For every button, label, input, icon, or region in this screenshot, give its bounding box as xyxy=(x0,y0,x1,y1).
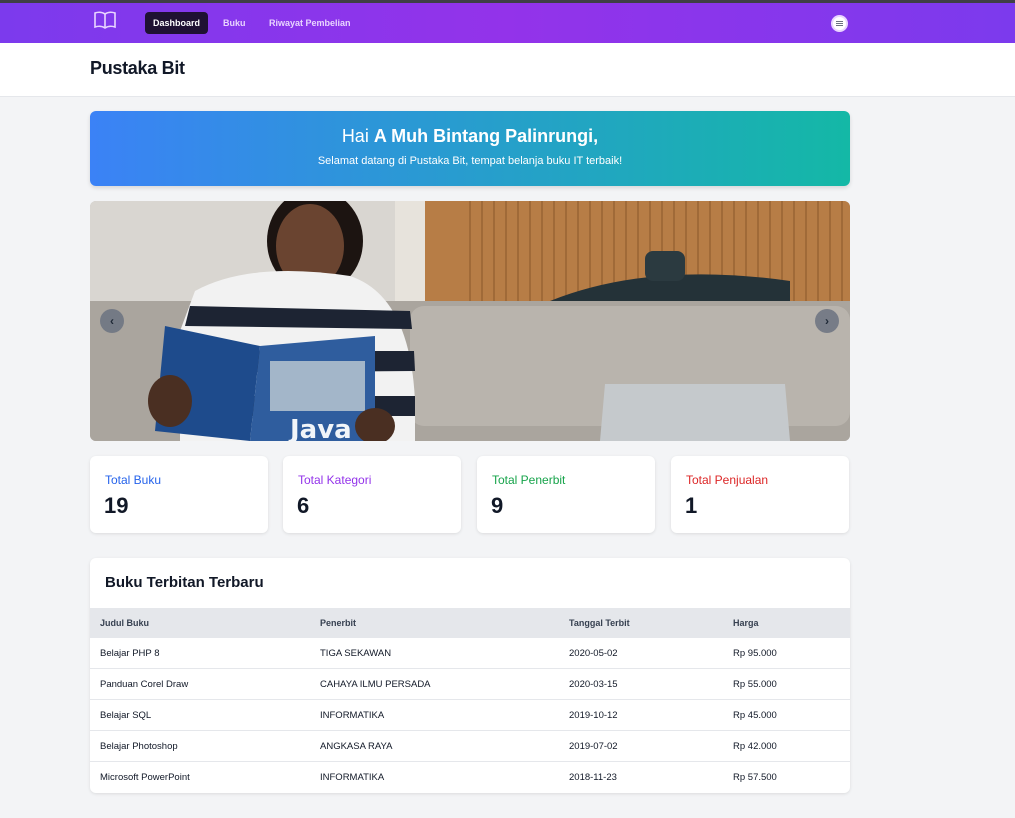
publisher-cell: ANGKASA RAYA xyxy=(320,741,393,752)
column-header: Tanggal Terbit xyxy=(569,618,630,628)
welcome-user-name: A Muh Bintang Palinrungi, xyxy=(373,126,599,146)
table-row: Panduan Corel Draw CAHAYA ILMU PERSADA 2… xyxy=(90,669,850,700)
table-row: Microsoft PowerPoint INFORMATIKA 2018-11… xyxy=(90,762,850,793)
chevron-right-icon: › xyxy=(825,314,829,328)
publish-date-cell: 2019-10-12 xyxy=(569,710,618,721)
welcome-greeting: Hai xyxy=(341,126,369,146)
price-cell: Rp 42.000 xyxy=(733,741,777,752)
stat-value: 19 xyxy=(104,493,129,518)
book-title-cell: Panduan Corel Draw xyxy=(100,679,189,690)
book-title-cell: Belajar PHP 8 xyxy=(100,648,160,659)
table-row: Belajar SQL INFORMATIKA 2019-10-12 Rp 45… xyxy=(90,700,850,731)
stat-label: Total Penjualan xyxy=(686,473,769,487)
page-title: Pustaka Bit xyxy=(90,58,185,78)
stat-label: Total Penerbit xyxy=(492,473,566,487)
stat-value: 9 xyxy=(491,493,504,518)
stat-card-total-penerbit: Total Penerbit 9 xyxy=(477,456,655,533)
stat-card-total-penjualan: Total Penjualan 1 xyxy=(671,456,849,533)
nav-dashboard[interactable]: Dashboard xyxy=(145,12,209,34)
carousel-prev-button[interactable]: ‹ xyxy=(100,309,124,333)
book-title-cell: Belajar SQL xyxy=(100,710,152,721)
chevron-left-icon: ‹ xyxy=(110,314,114,328)
table-title: Buku Terbitan Terbaru xyxy=(105,574,264,591)
carousel-next-button[interactable]: › xyxy=(815,309,839,333)
profile-menu-icon[interactable] xyxy=(831,15,848,32)
nav-buku[interactable]: Buku xyxy=(223,12,246,34)
stat-label: Total Kategori xyxy=(298,473,372,487)
publish-date-cell: 2019-07-02 xyxy=(569,741,618,752)
price-cell: Rp 57.500 xyxy=(733,772,777,783)
publisher-cell: TIGA SEKAWAN xyxy=(320,648,392,659)
price-cell: Rp 95.000 xyxy=(733,648,777,659)
column-header: Judul Buku xyxy=(100,618,149,628)
latest-books-card: Buku Terbitan Terbaru Judul Buku Penerbi… xyxy=(90,558,850,793)
carousel-photo: Java xyxy=(90,201,850,441)
stat-value: 6 xyxy=(297,493,310,518)
page-header: Pustaka Bit xyxy=(0,43,1015,97)
publish-date-cell: 2020-03-15 xyxy=(569,679,618,690)
publish-date-cell: 2020-05-02 xyxy=(569,648,618,659)
stat-card-total-buku: Total Buku 19 xyxy=(90,456,268,533)
table-row: Belajar Photoshop ANGKASA RAYA 2019-07-0… xyxy=(90,731,850,762)
top-navbar: Dashboard Buku Riwayat Pembelian xyxy=(0,0,1015,43)
book-title-cell: Belajar Photoshop xyxy=(100,741,178,752)
publisher-cell: INFORMATIKA xyxy=(320,772,385,783)
column-header: Harga xyxy=(733,618,759,628)
publisher-cell: INFORMATIKA xyxy=(320,710,385,721)
table-row: Belajar PHP 8 TIGA SEKAWAN 2020-05-02 Rp… xyxy=(90,638,850,669)
image-carousel[interactable]: Java ‹ › xyxy=(90,201,850,441)
welcome-banner: Hai A Muh Bintang Palinrungi, Selamat da… xyxy=(90,111,850,186)
book-open-icon[interactable] xyxy=(94,11,116,29)
table-header: Judul Buku Penerbit Tanggal Terbit Harga xyxy=(90,608,850,638)
publisher-cell: CAHAYA ILMU PERSADA xyxy=(320,679,431,690)
book-title-cell: Microsoft PowerPoint xyxy=(100,772,190,783)
publish-date-cell: 2018-11-23 xyxy=(569,772,617,783)
price-cell: Rp 55.000 xyxy=(733,679,777,690)
welcome-greeting-line: Hai A Muh Bintang Palinrungi, xyxy=(90,126,850,147)
stat-card-total-kategori: Total Kategori 6 xyxy=(283,456,461,533)
price-cell: Rp 45.000 xyxy=(733,710,777,721)
book-cover-text: Java xyxy=(288,415,352,441)
stat-label: Total Buku xyxy=(105,473,162,487)
stat-value: 1 xyxy=(685,493,698,518)
nav-riwayat-pembelian[interactable]: Riwayat Pembelian xyxy=(269,12,351,34)
column-header: Penerbit xyxy=(320,618,357,628)
welcome-subtitle: Selamat datang di Pustaka Bit, tempat be… xyxy=(317,155,623,167)
